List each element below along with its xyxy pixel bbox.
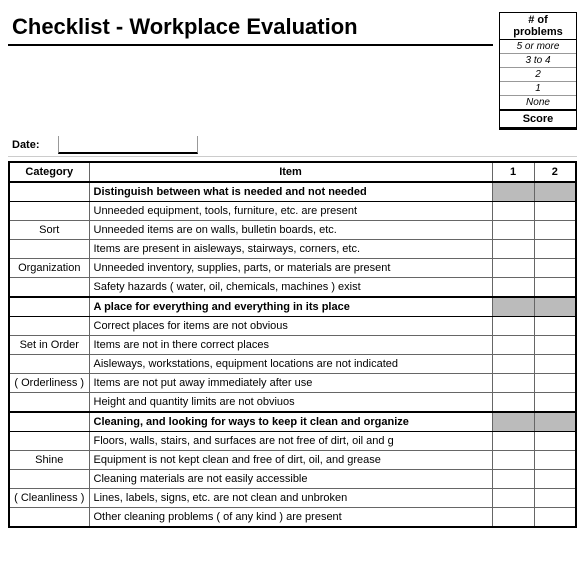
checklist-item: Lines, labels, signs, etc. are not clean…: [89, 489, 492, 508]
category-cell: [9, 508, 89, 528]
checklist-item: Items are not put away immediately after…: [89, 374, 492, 393]
score-cell-1[interactable]: [492, 508, 534, 528]
problem-level: 2: [500, 68, 576, 82]
section-header: A place for everything and everything in…: [89, 297, 492, 317]
category-cell: [9, 470, 89, 489]
category-cell: Shine: [9, 451, 89, 470]
score-cell-2[interactable]: [534, 240, 576, 259]
checklist-item: Unneeded equipment, tools, furniture, et…: [89, 202, 492, 221]
category-cell: [9, 355, 89, 374]
score-cell-1[interactable]: [492, 221, 534, 240]
score-cell-2[interactable]: [534, 412, 576, 432]
category-cell: ( Cleanliness ): [9, 489, 89, 508]
score-cell-2[interactable]: [534, 182, 576, 202]
category-cell: Sort: [9, 221, 89, 240]
category-cell: [9, 317, 89, 336]
problem-level: None: [500, 96, 576, 111]
score-cell-2[interactable]: [534, 393, 576, 413]
score-cell-1[interactable]: [492, 259, 534, 278]
date-input[interactable]: [58, 136, 198, 154]
checklist-item: Unneeded items are on walls, bulletin bo…: [89, 221, 492, 240]
score-cell-1[interactable]: [492, 336, 534, 355]
score-cell-1[interactable]: [492, 202, 534, 221]
score-cell-2[interactable]: [534, 202, 576, 221]
score-cell-1[interactable]: [492, 182, 534, 202]
score-cell-2[interactable]: [534, 259, 576, 278]
score-cell-2[interactable]: [534, 489, 576, 508]
score-cell-2[interactable]: [534, 470, 576, 489]
score-cell-2[interactable]: [534, 221, 576, 240]
score-cell-1[interactable]: [492, 489, 534, 508]
checklist-item: Height and quantity limits are not obviu…: [89, 393, 492, 413]
score-cell-1[interactable]: [492, 240, 534, 259]
section-header: Distinguish between what is needed and n…: [89, 182, 492, 202]
score-cell-1[interactable]: [492, 393, 534, 413]
category-cell: [9, 202, 89, 221]
score-cell-2[interactable]: [534, 278, 576, 298]
score-cell-2[interactable]: [534, 432, 576, 451]
score-cell-1[interactable]: [492, 374, 534, 393]
category-cell: Set in Order: [9, 336, 89, 355]
checklist-item: Cleaning materials are not easily access…: [89, 470, 492, 489]
col-item: Item: [89, 162, 492, 182]
col-score-1: 1: [492, 162, 534, 182]
score-cell-2[interactable]: [534, 508, 576, 528]
problems-legend: # of problems 5 or more 3 to 4 2 1 None …: [499, 12, 577, 130]
score-cell-2[interactable]: [534, 317, 576, 336]
checklist-item: Unneeded inventory, supplies, parts, or …: [89, 259, 492, 278]
score-cell-1[interactable]: [492, 355, 534, 374]
score-header: Score: [500, 111, 576, 129]
score-cell-1[interactable]: [492, 432, 534, 451]
category-cell: Organization: [9, 259, 89, 278]
score-cell-2[interactable]: [534, 355, 576, 374]
score-cell-2[interactable]: [534, 297, 576, 317]
score-cell-2[interactable]: [534, 451, 576, 470]
score-cell-1[interactable]: [492, 451, 534, 470]
checklist-item: Equipment is not kept clean and free of …: [89, 451, 492, 470]
score-cell-1[interactable]: [492, 412, 534, 432]
checklist-table: Category Item 1 2 Distinguish between wh…: [8, 161, 577, 528]
problem-level: 3 to 4: [500, 54, 576, 68]
problems-header: # of problems: [500, 13, 576, 40]
score-cell-2[interactable]: [534, 336, 576, 355]
score-cell-1[interactable]: [492, 317, 534, 336]
checklist-item: Items are present in aisleways, stairway…: [89, 240, 492, 259]
date-label: Date:: [8, 139, 58, 151]
checklist-item: Other cleaning problems ( of any kind ) …: [89, 508, 492, 528]
category-cell: [9, 432, 89, 451]
score-cell-1[interactable]: [492, 470, 534, 489]
category-cell: [9, 393, 89, 413]
category-cell: ( Orderliness ): [9, 374, 89, 393]
category-cell: [9, 278, 89, 298]
problem-level: 1: [500, 82, 576, 96]
checklist-item: Aisleways, workstations, equipment locat…: [89, 355, 492, 374]
checklist-item: Safety hazards ( water, oil, chemicals, …: [89, 278, 492, 298]
score-cell-1[interactable]: [492, 278, 534, 298]
col-score-2: 2: [534, 162, 576, 182]
col-category: Category: [9, 162, 89, 182]
checklist-item: Items are not in there correct places: [89, 336, 492, 355]
checklist-item: Correct places for items are not obvious: [89, 317, 492, 336]
category-cell: [9, 182, 89, 202]
category-cell: [9, 297, 89, 317]
score-cell-2[interactable]: [534, 374, 576, 393]
problem-level: 5 or more: [500, 40, 576, 54]
category-cell: [9, 412, 89, 432]
section-header: Cleaning, and looking for ways to keep i…: [89, 412, 492, 432]
page-title: Checklist - Workplace Evaluation: [8, 12, 493, 46]
checklist-item: Floors, walls, stairs, and surfaces are …: [89, 432, 492, 451]
category-cell: [9, 240, 89, 259]
score-cell-1[interactable]: [492, 297, 534, 317]
